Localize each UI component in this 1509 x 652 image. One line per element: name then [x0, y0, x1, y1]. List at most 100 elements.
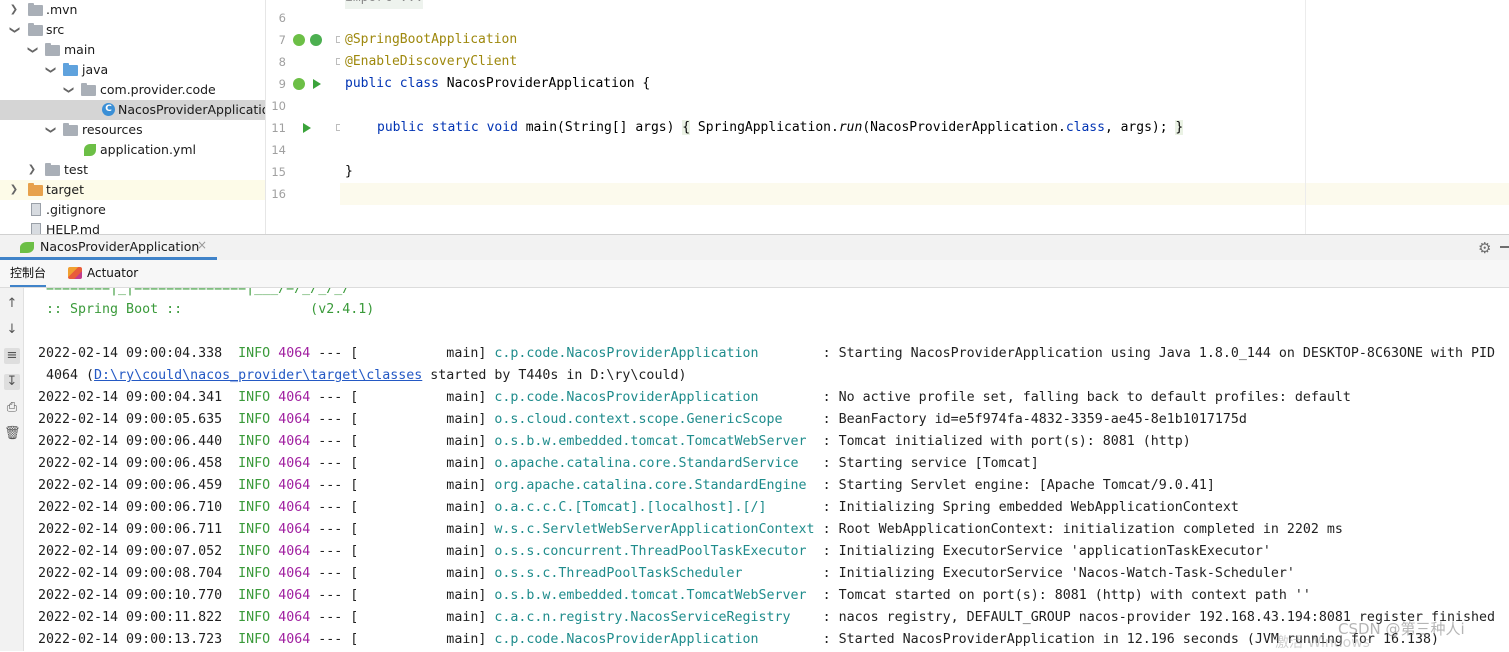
tree-item-target[interactable]: ❯ target — [0, 180, 265, 200]
spring-leaf-icon — [84, 144, 96, 156]
brace: { — [682, 120, 691, 135]
file-icon — [31, 203, 41, 216]
log-line: 2022-02-14 09:00:10.770 INFO 4064 --- [ … — [38, 585, 1311, 607]
log-logger: w.s.c.ServletWebServerApplicationContext — [494, 522, 815, 537]
run-main-icon[interactable] — [303, 123, 311, 133]
run-class-icon[interactable] — [313, 79, 321, 89]
tree-item-application-yml[interactable]: application.yml — [0, 140, 265, 160]
tree-item-label: resources — [82, 122, 143, 137]
line-number: 9 — [278, 77, 286, 91]
log-line: 2022-02-14 09:00:06.459 INFO 4064 --- [ … — [38, 475, 1215, 497]
log-line: 2022-02-14 09:00:04.341 INFO 4064 --- [ … — [38, 387, 1351, 409]
folder-icon — [28, 23, 43, 36]
log-message: : Starting service [Tomcat] — [814, 456, 1039, 471]
chevron-right-icon[interactable]: ❯ — [8, 180, 20, 200]
spring-bean-icon[interactable] — [293, 78, 305, 90]
code-line-annotation: @EnableDiscoveryClient — [345, 54, 518, 69]
log-level: INFO — [238, 500, 271, 515]
tree-item-mvn[interactable]: ❯ .mvn — [0, 0, 265, 20]
chevron-right-icon[interactable]: ❯ — [8, 0, 20, 20]
tree-item-package[interactable]: ❯ com.provider.code — [0, 80, 265, 100]
editor-gutter: 6 7 8 9 10 11 14 15 16 — [266, 0, 343, 234]
tree-item-help-md[interactable]: HELP.md — [0, 220, 265, 234]
log-logger: o.s.s.c.ThreadPoolTaskScheduler — [494, 566, 815, 581]
line-number: 7 — [278, 33, 286, 47]
keyword: class — [399, 76, 439, 91]
log-pid: 4064 — [278, 500, 311, 515]
log-logger: o.s.b.w.embedded.tomcat.TomcatWebServer — [494, 434, 815, 449]
log-level: INFO — [238, 632, 271, 647]
log-thread: --- [ main] — [310, 456, 495, 471]
current-line-highlight — [340, 183, 1509, 205]
spring-bean-icon[interactable] — [293, 34, 305, 46]
tree-item-resources[interactable]: ❯ resources — [0, 120, 265, 140]
log-level: INFO — [238, 456, 271, 471]
line-number: 6 — [278, 11, 286, 25]
log-thread: --- [ main] — [310, 632, 495, 647]
code-editor[interactable]: import ... @SpringBootApplication @Enabl… — [340, 0, 1509, 234]
arrow-up-icon[interactable]: ↑ — [4, 296, 20, 312]
class-name: NacosProviderApplication — [446, 76, 635, 91]
tree-item-main[interactable]: ❯ main — [0, 40, 265, 60]
log-thread: --- [ main] — [310, 478, 495, 493]
log-timestamp: 2022-02-14 09:00:13.723 — [38, 632, 223, 647]
keyword: class — [1065, 120, 1105, 135]
gear-icon[interactable]: ⚙ — [1478, 239, 1491, 257]
tree-item-java[interactable]: ❯ java — [0, 60, 265, 80]
console-output[interactable]: ========|_|==============|___/=/_/_/_/ :… — [26, 288, 1509, 651]
scroll-to-end-icon[interactable]: ↧ — [4, 374, 20, 390]
log-level: INFO — [238, 346, 271, 361]
tree-item-main-class[interactable]: C NacosProviderApplication — [0, 100, 265, 120]
minimize-icon[interactable] — [1500, 246, 1509, 248]
print-icon[interactable]: ⎙ — [4, 400, 20, 416]
log-pid: 4064 — [278, 610, 311, 625]
classes-path-link[interactable]: D:\ry\could\nacos_provider\target\classe… — [94, 368, 422, 383]
tree-item-gitignore[interactable]: .gitignore — [0, 200, 265, 220]
log-message: : Tomcat initialized with port(s): 8081 … — [814, 434, 1191, 449]
tab-actuator[interactable]: Actuator — [68, 260, 138, 287]
tree-item-test[interactable]: ❯ test — [0, 160, 265, 180]
log-pid: 4064 — [278, 434, 311, 449]
trash-icon[interactable]: 🗑 — [4, 426, 21, 442]
log-timestamp: 2022-02-14 09:00:06.459 — [38, 478, 223, 493]
chevron-down-icon[interactable]: ❯ — [40, 124, 60, 136]
tree-item-label: src — [46, 22, 65, 37]
close-icon[interactable]: × — [197, 238, 207, 252]
log-pid: 4064 — [278, 390, 311, 405]
chevron-down-icon[interactable]: ❯ — [40, 64, 60, 76]
spring-config-icon[interactable] — [310, 34, 322, 46]
line-number: 15 — [271, 165, 286, 179]
console-side-toolbar: ↑ ↓ ≡ ↧ ⎙ 🗑 — [0, 288, 24, 651]
chevron-down-icon[interactable]: ❯ — [22, 44, 42, 56]
chevron-down-icon[interactable]: ❯ — [4, 24, 24, 36]
folder-icon — [28, 3, 43, 16]
method-name: main — [525, 120, 558, 135]
resources-folder-icon — [63, 123, 78, 136]
log-level: INFO — [238, 588, 271, 603]
log-pid: 4064 — [278, 346, 311, 361]
chevron-down-icon[interactable]: ❯ — [58, 84, 78, 96]
log-message: : Tomcat started on port(s): 8081 (http)… — [814, 588, 1311, 603]
log-pid: 4064 — [278, 456, 311, 471]
log-level: INFO — [238, 434, 271, 449]
code-line-main-method: public static void main(String[] args) {… — [377, 117, 1184, 139]
run-tab[interactable]: NacosProviderApplication × — [0, 235, 217, 260]
tree-item-src[interactable]: ❯ src — [0, 20, 265, 40]
log-level: INFO — [238, 412, 271, 427]
project-tree: ❯ .mvn ❯ src ❯ main ❯ java ❯ com.provide… — [0, 0, 266, 234]
tab-console[interactable]: 控制台 — [10, 260, 47, 287]
log-timestamp: 2022-02-14 09:00:04.341 — [38, 390, 223, 405]
tree-item-label: target — [46, 182, 85, 197]
log-thread: --- [ main] — [310, 412, 495, 427]
log-thread: --- [ main] — [310, 500, 495, 515]
arrow-down-icon[interactable]: ↓ — [4, 322, 20, 338]
log-logger: c.p.code.NacosProviderApplication — [494, 632, 815, 647]
log-line-continuation: 4064 (D:\ry\could\nacos_provider\target\… — [38, 365, 686, 387]
soft-wrap-icon[interactable]: ≡ — [4, 348, 20, 364]
brace: } — [1175, 120, 1184, 135]
chevron-right-icon[interactable]: ❯ — [26, 160, 38, 180]
class-icon: C — [102, 103, 115, 116]
log-line: 2022-02-14 09:00:07.052 INFO 4064 --- [ … — [38, 541, 1271, 563]
tree-item-label: test — [64, 162, 89, 177]
log-thread: --- [ main] — [310, 610, 495, 625]
